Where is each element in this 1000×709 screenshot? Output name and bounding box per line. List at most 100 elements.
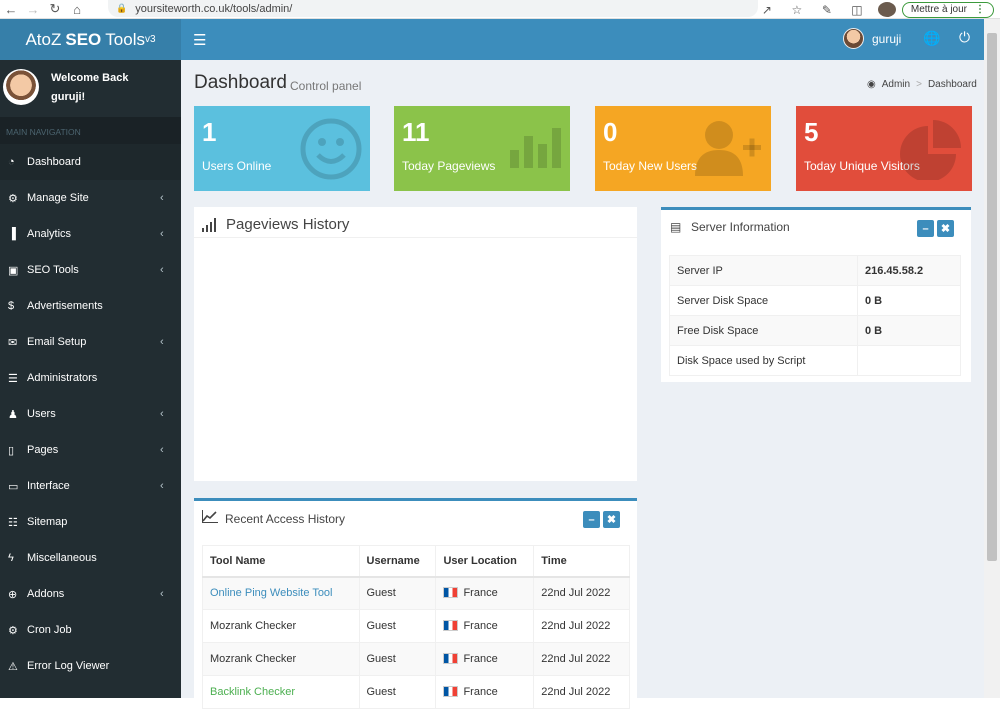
main-content: Dashboard Control panel ◉ Admin > Dashbo… <box>181 60 984 709</box>
sidepanel-icon[interactable]: ◫ <box>842 3 872 17</box>
sidebar-item-label: Dashboard <box>27 156 81 168</box>
sidebar-item-sitemap[interactable]: ☷ Sitemap <box>0 504 181 540</box>
pie-chart-icon <box>898 118 964 190</box>
main-navigation-header: MAIN NAVIGATION <box>0 117 181 144</box>
sidebar-item-label: Email Setup <box>27 336 87 348</box>
stat-label: Today Pageviews <box>402 159 496 173</box>
sidebar-item-label: Addons <box>27 588 65 600</box>
pageviews-panel: Pageviews History <box>194 207 637 481</box>
close-button[interactable]: ✖ <box>937 220 954 237</box>
menu-toggle-icon[interactable]: ☰ <box>193 31 206 49</box>
collapse-button[interactable]: – <box>583 511 600 528</box>
location-cell: France <box>435 576 535 610</box>
logo-text-post: Tools <box>105 29 145 49</box>
dashboard-icon: ◔ <box>8 156 15 168</box>
sidebar-item-pages[interactable]: ▯ Pages ‹ <box>0 432 181 468</box>
dashboard-icon: ◉ <box>867 79 876 90</box>
sidebar-item-label: Error Log Viewer <box>27 660 110 672</box>
sidebar-item-label: Advertisements <box>27 300 103 312</box>
tool-name-link[interactable]: Online Ping Website Tool <box>210 587 333 599</box>
signal-icon <box>202 217 219 235</box>
location-text: France <box>463 620 498 632</box>
sidebar-item-label: Miscellaneous <box>27 552 97 564</box>
chevron-left-icon: ‹ <box>160 480 164 492</box>
time-cell: 22nd Jul 2022 <box>533 609 630 643</box>
sidebar-menu: ◔ Dashboard ⚙ Manage Site ‹ ▐ Analytics ‹ ▣ SEO T… <box>0 144 181 684</box>
user-menu[interactable]: guruji <box>843 28 901 49</box>
bookmark-star-icon[interactable]: ☆ <box>782 3 812 17</box>
breadcrumb-home[interactable]: Admin <box>882 79 910 90</box>
profile-avatar[interactable] <box>877 2 896 17</box>
sidebar-item-label: SEO Tools <box>27 264 79 276</box>
tool-name-link[interactable]: Mozrank Checker <box>210 620 296 632</box>
extensions-icon[interactable]: ✎ <box>812 3 842 17</box>
chevron-left-icon: ‹ <box>160 408 164 420</box>
table-row: Backlink Checker Guest France 22nd Jul 2022 <box>202 675 630 709</box>
time-cell: 22nd Jul 2022 <box>533 675 630 709</box>
page-subtitle: Control panel <box>290 79 362 93</box>
address-bar[interactable]: 🔒 yoursiteworth.co.uk/tools/admin/ <box>108 0 758 17</box>
sidebar-item-users[interactable]: ♟ Users ‹ <box>0 396 181 432</box>
chevron-left-icon: ‹ <box>160 588 164 600</box>
stat-box-today-unique-visitors: 5 Today Unique Visitors <box>796 106 972 191</box>
sidebar-item-interface[interactable]: ▭ Interface ‹ <box>0 468 181 504</box>
tool-name-link[interactable]: Backlink Checker <box>210 686 295 698</box>
sidebar-item-label: Cron Job <box>27 624 72 636</box>
back-icon[interactable]: ← <box>0 0 22 19</box>
table-row: Server Disk Space 0 B <box>669 285 961 316</box>
sidebar: Welcome Back guruji! MAIN NAVIGATION ◔ Da… <box>0 60 181 698</box>
forward-icon[interactable]: → <box>22 0 44 19</box>
table-row: Mozrank Checker Guest France 22nd Jul 2022 <box>202 609 630 643</box>
user-plus-icon <box>693 118 763 186</box>
france-flag-icon <box>443 686 459 697</box>
cogs-icon: ⚙ <box>8 624 18 637</box>
sidebar-item-advertisements[interactable]: $ Advertisements <box>0 288 181 324</box>
sidebar-item-label: Users <box>27 408 56 420</box>
desktop-icon: ▭ <box>8 480 19 493</box>
sidebar-item-manage-site[interactable]: ⚙ Manage Site ‹ <box>0 180 181 216</box>
page-scrollbar[interactable] <box>984 19 1000 698</box>
sidebar-item-administrators[interactable]: ☰ Administrators <box>0 360 181 396</box>
share-icon[interactable]: ↗ <box>752 3 782 17</box>
collapse-button[interactable]: – <box>917 220 934 237</box>
app-logo[interactable]: AtoZ SEO Tools v3 <box>0 19 181 60</box>
sidebar-item-label: Analytics <box>27 228 72 240</box>
close-button[interactable]: ✖ <box>603 511 620 528</box>
time-cell: 22nd Jul 2022 <box>533 576 630 610</box>
bar-chart-icon: ▐ <box>8 228 16 240</box>
envelope-icon: ✉ <box>8 336 18 349</box>
server-info-label: Free Disk Space <box>669 315 858 346</box>
access-history-panel: Recent Access History – ✖ Tool Name Usern… <box>194 498 637 709</box>
breadcrumb-separator: > <box>916 79 922 90</box>
sidebar-item-email-setup[interactable]: ✉ Email Setup ‹ <box>0 324 181 360</box>
home-icon[interactable]: ⌂ <box>66 0 88 19</box>
pageviews-chart-area <box>194 238 637 481</box>
sidebar-item-addons[interactable]: ⊕ Addons ‹ <box>0 576 181 612</box>
reload-icon[interactable]: ↻ <box>44 0 66 19</box>
smile-icon <box>300 118 362 190</box>
cube-icon: ▣ <box>8 264 19 277</box>
stat-value: 0 <box>603 117 618 147</box>
page-title: Dashboard <box>194 72 287 93</box>
username-cell: Guest <box>358 609 437 643</box>
sidebar-item-error-log-viewer[interactable]: ⚠ Error Log Viewer <box>0 648 181 684</box>
sidebar-item-dashboard[interactable]: ◔ Dashboard <box>0 144 181 180</box>
globe-icon[interactable]: 🌐 <box>923 30 940 47</box>
sidebar-item-cron-job[interactable]: ⚙ Cron Job <box>0 612 181 648</box>
logo-text-bold: SEO <box>65 29 102 49</box>
sidebar-item-analytics[interactable]: ▐ Analytics ‹ <box>0 216 181 252</box>
cogs-icon: ⚙ <box>8 192 18 205</box>
sidebar-item-seo-tools[interactable]: ▣ SEO Tools ‹ <box>0 252 181 288</box>
location-text: France <box>463 587 498 600</box>
address-text: yoursiteworth.co.uk/tools/admin/ <box>135 2 293 15</box>
france-flag-icon <box>443 653 459 664</box>
tool-name-link[interactable]: Mozrank Checker <box>210 653 296 665</box>
update-button[interactable]: Mettre à jour ⋮ <box>901 1 994 18</box>
scrollbar-thumb[interactable] <box>987 33 997 561</box>
sidebar-item-miscellaneous[interactable]: ϟ Miscellaneous <box>0 540 181 576</box>
power-icon[interactable]: ⏻ <box>959 29 970 46</box>
location-cell: France <box>435 675 535 709</box>
lock-icon: 🔒 <box>116 3 128 13</box>
breadcrumb: ◉ Admin > Dashboard <box>867 79 977 90</box>
username-cell: Guest <box>358 642 437 676</box>
